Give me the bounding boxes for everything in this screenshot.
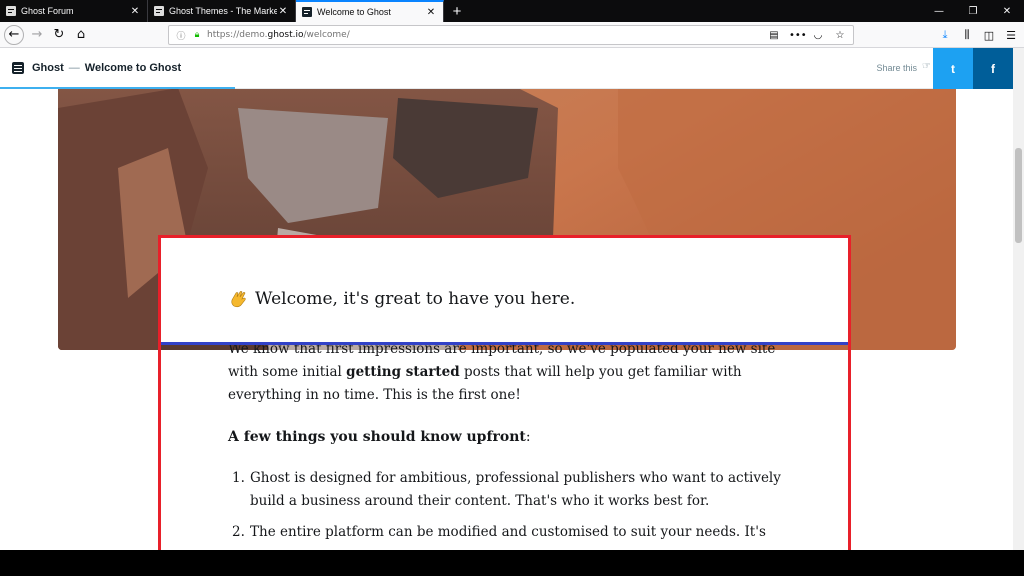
tab-title: Ghost Forum — [21, 6, 74, 16]
pointing-hand-icon: ☞ — [922, 61, 931, 72]
ghost-favicon-icon — [154, 6, 164, 16]
welcome-text: Welcome, it's great to have you here. — [255, 289, 576, 309]
list-item-text: Ghost is designed for ambitious, profess… — [250, 470, 781, 509]
restore-icon[interactable]: ❐ — [956, 0, 990, 22]
article-body: We know that first impressions are impor… — [228, 338, 788, 550]
heading-colon: : — [525, 429, 531, 445]
waving-hand-icon — [231, 291, 246, 308]
pocket-icon[interactable]: ◡ — [811, 30, 825, 41]
tab-title: Welcome to Ghost — [317, 7, 391, 17]
close-tab-icon[interactable]: ✕ — [425, 7, 437, 18]
menu-icon[interactable]: ☰ — [1002, 26, 1020, 44]
url-domain: ghost.io — [267, 30, 304, 40]
site-name[interactable]: Ghost — [32, 62, 64, 74]
url-path: /welcome/ — [303, 30, 350, 40]
taskbar-strip — [0, 550, 1024, 576]
page-scrollbar[interactable] — [1013, 48, 1024, 550]
window-controls: — ❐ ✕ — [922, 0, 1024, 22]
tab-ghost-themes[interactable]: Ghost Themes - The Marketplac ✕ — [148, 0, 296, 22]
reload-icon[interactable]: ↻ — [48, 24, 70, 46]
list-item-text: The entire platform can be modified and … — [250, 524, 766, 540]
url-prefix: https://demo. — [207, 30, 268, 40]
list-number: 1. — [232, 470, 245, 486]
url-text[interactable]: https://demo.ghost.io/welcome/ — [207, 30, 350, 40]
download-icon[interactable]: ⤓ — [936, 26, 954, 44]
close-window-icon[interactable]: ✕ — [990, 0, 1024, 22]
url-bar[interactable]: ⓘ 🔒︎ https://demo.ghost.io/welcome/ ▤ ••… — [168, 25, 854, 45]
ghost-logo-icon[interactable] — [12, 62, 24, 74]
section-heading: A few things you should know upfront: — [228, 429, 788, 445]
annotation-underline — [161, 342, 848, 345]
share-label: Share this — [876, 63, 917, 73]
tab-ghost-forum[interactable]: Ghost Forum ✕ — [0, 0, 148, 22]
library-icon[interactable]: ⫼ — [958, 26, 976, 44]
toolbar-right: ⤓ ⫼ ◫ ☰ — [936, 26, 1020, 44]
close-tab-icon[interactable]: ✕ — [277, 6, 289, 17]
heading-text: A few things you should know upfront — [228, 429, 526, 445]
ghost-floating-header: Ghost — Welcome to Ghost Share this ☞ t … — [0, 48, 1013, 89]
facebook-share-button[interactable]: f — [973, 48, 1013, 89]
minimize-icon[interactable]: — — [922, 0, 956, 22]
upfront-list: 1. Ghost is designed for ambitious, prof… — [228, 467, 788, 544]
forward-arrow-icon[interactable]: → — [26, 24, 48, 46]
reader-view-icon[interactable]: ▤ — [767, 30, 781, 41]
reading-progress-bar — [0, 87, 235, 89]
post-title: Welcome to Ghost — [84, 62, 182, 74]
tab-welcome-to-ghost[interactable]: Welcome to Ghost ✕ — [296, 0, 444, 22]
page-actions-icon[interactable]: ••• — [789, 30, 807, 41]
close-tab-icon[interactable]: ✕ — [129, 6, 141, 17]
lock-icon[interactable]: 🔒︎ — [191, 29, 203, 41]
ghost-favicon-icon — [6, 6, 16, 16]
sidebar-icon[interactable]: ◫ — [980, 26, 998, 44]
title-separator: — — [68, 62, 80, 74]
back-arrow-icon[interactable]: ← — [4, 24, 24, 45]
list-item: 2. The entire platform can be modified a… — [228, 521, 788, 544]
bookmark-star-icon[interactable]: ☆ — [833, 30, 847, 41]
twitter-share-button[interactable]: t — [933, 48, 973, 89]
welcome-heading: Welcome, it's great to have you here. — [228, 289, 575, 309]
list-item: 1. Ghost is designed for ambitious, prof… — [228, 467, 788, 513]
info-icon[interactable]: ⓘ — [175, 29, 187, 42]
bold-link-text: getting started — [346, 364, 460, 380]
url-actions: ▤ ••• ◡ ☆ — [767, 30, 847, 41]
page-viewport: Ghost — Welcome to Ghost Share this ☞ t … — [0, 48, 1024, 550]
new-tab-button[interactable]: + — [444, 0, 470, 22]
navigation-bar: ← → ↻ ⌂ ⓘ 🔒︎ https://demo.ghost.io/welco… — [0, 22, 1024, 48]
ghost-favicon-icon — [302, 7, 312, 17]
home-icon[interactable]: ⌂ — [70, 24, 92, 46]
tab-title: Ghost Themes - The Marketplac — [169, 6, 277, 16]
intro-paragraph: We know that first impressions are impor… — [228, 338, 788, 407]
scrollbar-thumb[interactable] — [1015, 148, 1022, 243]
list-number: 2. — [232, 524, 245, 540]
tab-strip: Ghost Forum ✕ Ghost Themes - The Marketp… — [0, 0, 1024, 22]
